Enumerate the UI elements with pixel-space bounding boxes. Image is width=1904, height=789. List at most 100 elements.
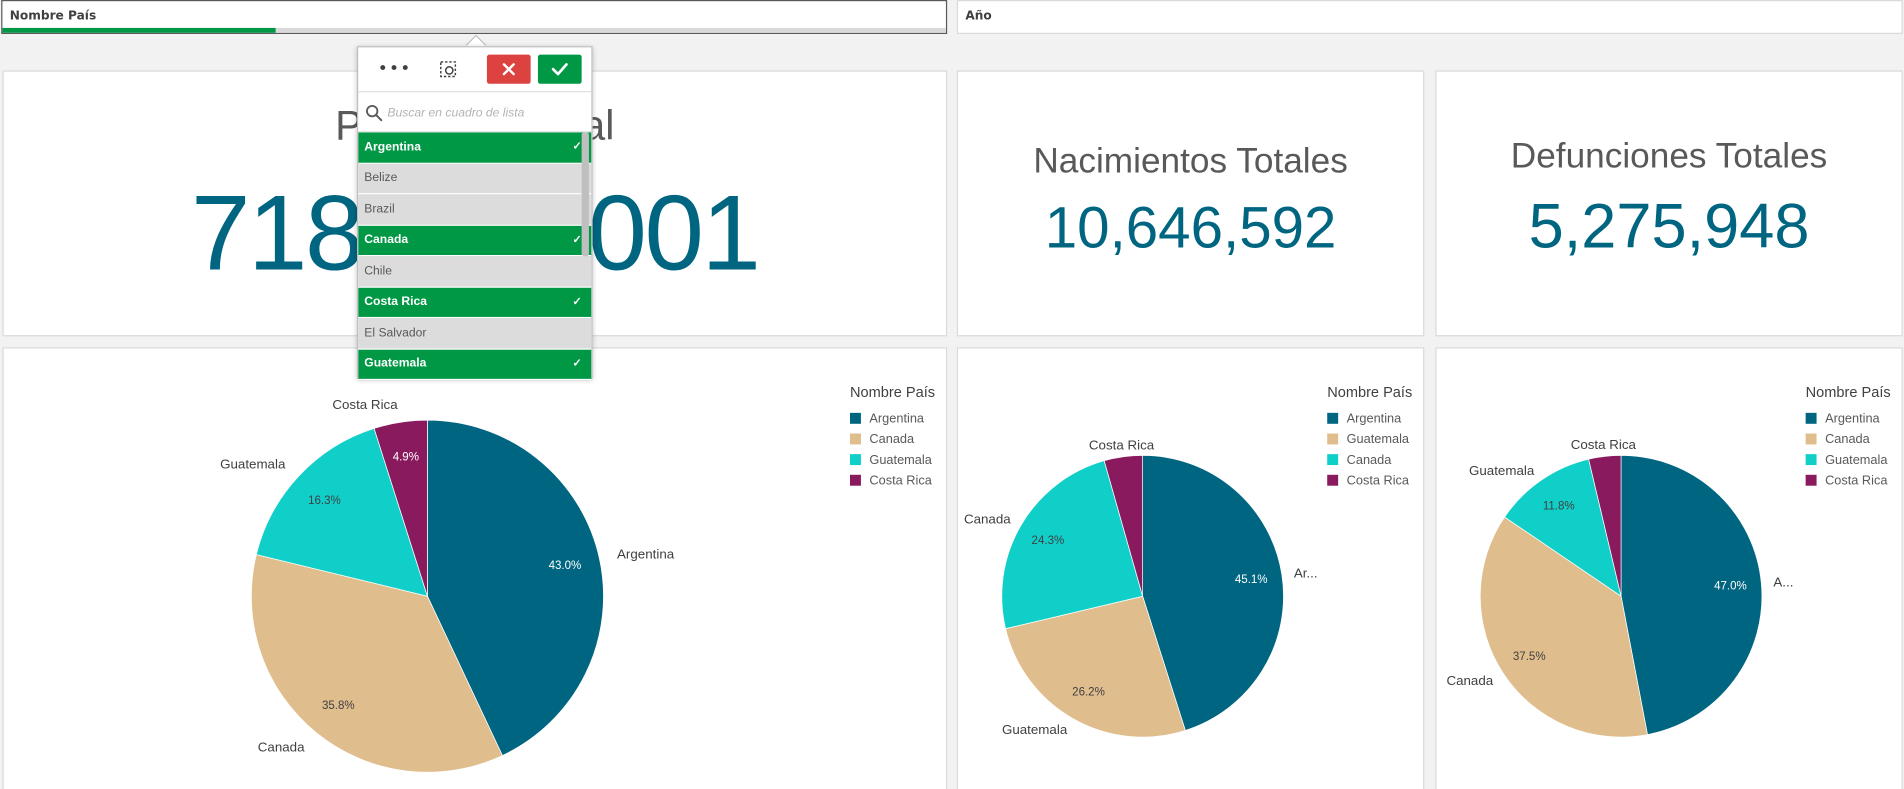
listbox-item-label: Guatemala (364, 357, 427, 371)
legend-label: Costa Rica (1346, 472, 1410, 488)
listbox-item-label: Chile (364, 264, 392, 278)
checkmark-icon: ✓ (572, 294, 582, 307)
listbox-item-belize[interactable]: Belize (358, 163, 592, 195)
legend-item[interactable]: Argentina (1805, 408, 1891, 429)
legend-swatch (1805, 433, 1817, 445)
legend-item[interactable]: Costa Rica (850, 470, 935, 491)
kpi-title: Nacimientos Totales (1033, 142, 1348, 181)
more-options-button[interactable]: ••• (375, 55, 414, 84)
listbox-item-canada[interactable]: Canada ✓ (358, 225, 592, 257)
pie-pct-label: 24.3% (1032, 535, 1065, 547)
pie-category-label: A... (1773, 575, 1793, 590)
listbox-list: Argentina ✓ Belize Brazil Canada ✓ Chile Costa … (358, 132, 592, 381)
pie-pct-label: 4.9% (393, 452, 419, 464)
chart-legend: Nombre País Argentina Canada Guatemala Costa… (850, 384, 935, 491)
listbox-item-label: El Salvador (364, 326, 427, 340)
legend-item[interactable]: Guatemala (1805, 449, 1891, 470)
kpi-panel-defunciones: Defunciones Totales 5,275,948 (1435, 70, 1903, 337)
kpi-value: 10,646,592 (1044, 196, 1337, 262)
cancel-selection-button[interactable] (486, 54, 531, 84)
legend-item[interactable]: Canada (850, 429, 935, 450)
legend-swatch (1327, 412, 1339, 424)
pie-category-label: Canada (964, 512, 1011, 527)
filter-label: Año (965, 9, 992, 24)
legend-label: Guatemala (1346, 431, 1410, 447)
listbox-item-costa-rica[interactable]: Costa Rica ✓ (358, 287, 592, 319)
legend-swatch (850, 412, 861, 424)
confirm-selection-button[interactable] (537, 54, 582, 84)
filter-progress-bar (2, 27, 946, 33)
legend-title: Nombre País (850, 383, 936, 401)
filter-progress-fill (2, 27, 277, 33)
legend-title: Nombre País (1327, 383, 1413, 401)
filter-label: Nombre País (9, 9, 97, 24)
legend-swatch (850, 433, 861, 445)
legend-item[interactable]: Guatemala (850, 449, 935, 470)
pie-category-label: Costa Rica (332, 397, 398, 412)
legend-item[interactable]: Argentina (850, 408, 935, 429)
listbox-item-guatemala[interactable]: Guatemala ✓ (358, 349, 592, 381)
legend-swatch (1805, 412, 1817, 424)
listbox-item-label: Costa Rica (364, 295, 428, 309)
chart-legend: Nombre País Argentina Canada Guatemala Costa… (1805, 383, 1891, 491)
listbox-toolbar: ••• (358, 47, 592, 93)
legend-title: Nombre País (1805, 383, 1891, 401)
pie-category-label: Ar... (1294, 566, 1318, 581)
ellipsis-icon: ••• (377, 59, 412, 79)
legend-item[interactable]: Argentina (1327, 408, 1412, 429)
listbox-search-input[interactable] (387, 100, 582, 126)
listbox-item-el-salvador[interactable]: El Salvador (358, 318, 592, 350)
legend-item[interactable]: Guatemala (1327, 429, 1412, 450)
legend-label: Argentina (1825, 411, 1880, 426)
legend-label: Guatemala (869, 452, 932, 467)
kpi-value: 5,275,948 (1528, 191, 1810, 263)
legend-label: Argentina (869, 411, 925, 426)
legend-label: Canada (869, 431, 915, 447)
legend-label: Canada (1825, 431, 1870, 447)
legend-item[interactable]: Costa Rica (1327, 470, 1412, 491)
checkmark-icon (551, 63, 568, 76)
listbox-scrollbar[interactable] (581, 132, 589, 257)
lasso-select-icon (440, 61, 457, 78)
listbox-item-label: Canada (364, 233, 409, 247)
legend-swatch (1327, 474, 1339, 486)
legend-label: Costa Rica (1825, 472, 1888, 488)
pie-panel-defunciones: 47.0% A... 37.5% Canada 11.8% Guatemala Costa … (1435, 347, 1903, 789)
pie-panel-poblacion: 43.0% Argentina 35.8% Canada 16.3% Guatemala 4… (2, 347, 948, 789)
listbox-item-label: Belize (364, 171, 398, 185)
selection-tool-button[interactable] (429, 55, 468, 84)
legend-item[interactable]: Canada (1805, 429, 1891, 450)
pie-category-label: Guatemala (1002, 722, 1068, 737)
legend-swatch (1805, 454, 1817, 466)
pie-category-label: Costa Rica (1571, 437, 1637, 452)
kpi-title: Defunciones Totales (1510, 137, 1828, 177)
filter-nombre-pais[interactable]: Nombre País (1, 0, 948, 35)
pie-category-label: Costa Rica (1089, 438, 1155, 453)
legend-item[interactable]: Canada (1327, 449, 1412, 470)
listbox-item-brazil[interactable]: Brazil (358, 194, 592, 226)
legend-swatch (1327, 433, 1339, 445)
pie-pct-label: 43.0% (549, 560, 582, 572)
pie-pct-label: 47.0% (1714, 581, 1747, 593)
pie-panel-nacimientos: 45.1% Ar... 26.2% Guatemala 24.3% Canada Costa… (956, 347, 1425, 789)
legend-label: Guatemala (1825, 452, 1888, 467)
pie-chart[interactable]: 43.0% Argentina 35.8% Canada 16.3% Guatemala 4… (4, 349, 948, 789)
listbox-search (358, 94, 592, 133)
legend-item[interactable]: Costa Rica (1805, 470, 1891, 491)
checkmark-icon: ✓ (572, 139, 582, 152)
kpi-panel-nacimientos: Nacimientos Totales 10,646,592 (956, 70, 1425, 337)
listbox-item-label: Argentina (364, 140, 421, 154)
legend-swatch (850, 474, 861, 486)
legend-swatch (1327, 454, 1339, 466)
pie-slice-a-[interactable] (1620, 454, 1763, 736)
pie-category-label: Canada (258, 740, 305, 755)
filter-ano[interactable]: Año (956, 0, 1903, 35)
listbox-item-chile[interactable]: Chile (358, 256, 592, 288)
pie-pct-label: 45.1% (1235, 574, 1268, 586)
legend-label: Costa Rica (869, 472, 932, 488)
checkmark-icon: ✓ (572, 232, 582, 245)
legend-label: Canada (1346, 452, 1392, 467)
listbox-item-argentina[interactable]: Argentina ✓ (358, 132, 592, 164)
legend-swatch (850, 454, 861, 466)
pie-pct-label: 16.3% (308, 495, 341, 507)
